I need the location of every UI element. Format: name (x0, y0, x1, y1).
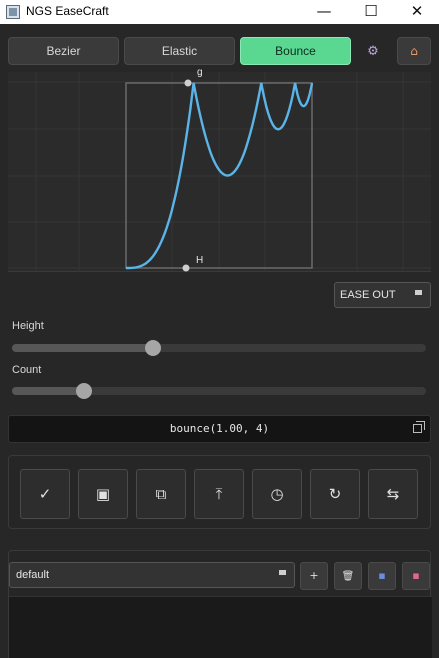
history-icon: ◷ (270, 485, 284, 503)
count-label: Count (12, 364, 42, 376)
handle-top-label: g (197, 67, 203, 78)
export-preset-button[interactable]: ▪ (402, 562, 430, 590)
duplicate-button[interactable]: ⧉ (136, 469, 186, 519)
home-icon: ⌂ (410, 44, 418, 58)
title-bar: NGS EaseCraft — ☐ ✕ (0, 0, 439, 24)
height-label: Height (12, 320, 44, 332)
handle-bottom-label: H (196, 255, 204, 266)
preset-panel: default + 🗑 ▪ ▪ (8, 550, 432, 658)
trash-icon: 🗑 (341, 571, 355, 582)
window-title: NGS EaseCraft (26, 4, 109, 18)
add-preset-button[interactable]: + (300, 562, 328, 590)
app-icon (6, 5, 20, 19)
minimize-button[interactable]: — (301, 0, 347, 24)
curve-graph[interactable]: g H (8, 67, 431, 272)
height-slider-thumb[interactable] (145, 340, 161, 356)
height-slider[interactable] (12, 340, 426, 356)
preset-list[interactable] (9, 596, 432, 658)
count-slider-fill (12, 387, 84, 395)
count-slider-thumb[interactable] (76, 383, 92, 399)
chevron-down-icon (415, 290, 422, 295)
import-preset-button[interactable]: ▪ (368, 562, 396, 590)
tab-bounce[interactable]: Bounce (240, 37, 351, 65)
ease-mode-select[interactable]: EASE OUT (334, 282, 431, 308)
curve-canvas (8, 72, 431, 272)
preset-value: default (16, 569, 50, 581)
swap-icon: ⇆ (386, 485, 400, 503)
control-handle-top[interactable] (184, 79, 192, 87)
export-icon: ▪ (412, 569, 420, 582)
tab-elastic[interactable]: Elastic (124, 37, 235, 65)
save-button[interactable]: ▣ (78, 469, 128, 519)
control-handle-bottom[interactable] (182, 264, 190, 272)
save-icon: ▣ (95, 485, 111, 503)
gear-icon[interactable]: ⚙ (362, 41, 384, 63)
action-bar: ✓ ▣ ⧉ ⤒ ◷ ↻ ⇆ (8, 455, 431, 529)
preset-select[interactable]: default (9, 562, 295, 588)
export-button[interactable]: ⤒ (194, 469, 244, 519)
refresh-icon: ↻ (328, 485, 342, 503)
expression-field[interactable]: bounce(1.00, 4) (8, 415, 431, 443)
copy-icon[interactable] (413, 421, 425, 433)
height-slider-fill (12, 344, 153, 352)
chevron-down-icon (279, 570, 286, 575)
tab-bezier[interactable]: Bezier (8, 37, 119, 65)
delete-preset-button[interactable]: 🗑 (334, 562, 362, 590)
duplicate-icon: ⧉ (155, 485, 167, 503)
upload-icon: ⤒ (215, 485, 223, 503)
check-icon: ✓ (38, 485, 52, 503)
history-button[interactable]: ◷ (252, 469, 302, 519)
swap-button[interactable]: ⇆ (368, 469, 418, 519)
close-button[interactable]: ✕ (394, 0, 439, 24)
ease-mode-value: EASE OUT (340, 289, 396, 301)
import-icon: ▪ (378, 569, 386, 582)
apply-button[interactable]: ✓ (20, 469, 70, 519)
home-button[interactable]: ⌂ (397, 37, 431, 65)
expression-text: bounce(1.00, 4) (169, 422, 270, 435)
reset-button[interactable]: ↻ (310, 469, 360, 519)
maximize-button[interactable]: ☐ (348, 0, 394, 24)
count-slider[interactable] (12, 383, 426, 399)
